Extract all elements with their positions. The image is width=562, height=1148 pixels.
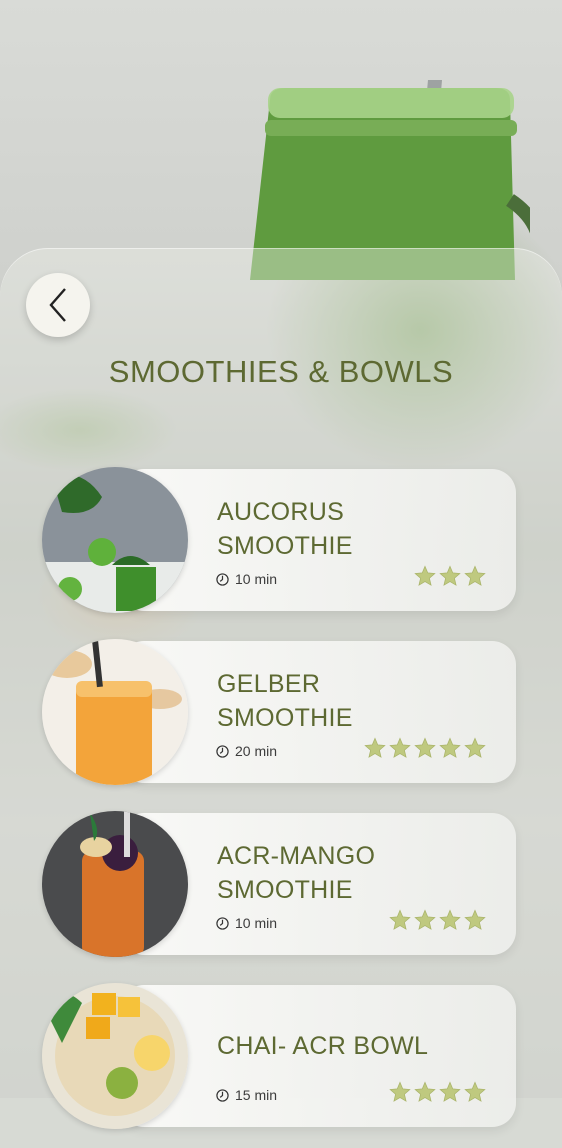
rating-stars: [414, 565, 486, 587]
star-icon: [439, 737, 461, 758]
recipe-image: [42, 639, 188, 785]
star-icon: [389, 909, 411, 930]
clock-icon: [216, 916, 229, 930]
recipe-card-chai-acr-bowl[interactable]: CHAI- ACR BOWL 15 min: [42, 983, 516, 1129]
recipe-image: [42, 467, 188, 613]
star-icon: [414, 565, 436, 586]
chevron-left-icon: [49, 288, 66, 322]
star-icon: [414, 737, 436, 758]
recipe-image: [42, 811, 188, 957]
recipe-title: AUCORUS SMOOTHIE: [217, 498, 353, 560]
clock-icon: [216, 1088, 229, 1102]
rating-stars: [389, 909, 486, 931]
prep-time: 20 min: [216, 743, 277, 759]
recipe-image: [42, 983, 188, 1129]
prep-time: 15 min: [216, 1087, 277, 1103]
star-icon: [389, 1081, 411, 1102]
recipe-title: CHAI- ACR BOWL: [217, 1032, 429, 1060]
prep-time: 10 min: [216, 915, 277, 931]
recipe-card-gelber[interactable]: GELBER SMOOTHIE 20 min: [42, 639, 516, 785]
star-icon: [464, 565, 486, 586]
recipe-card-acr-mango[interactable]: ACR-MANGO SMOOTHIE 10 min: [42, 811, 516, 957]
rating-stars: [364, 737, 486, 759]
star-icon: [414, 1081, 436, 1102]
star-icon: [364, 737, 386, 758]
star-icon: [439, 909, 461, 930]
star-icon: [439, 565, 461, 586]
star-icon: [464, 909, 486, 930]
star-icon: [414, 909, 436, 930]
page-title: SMOOTHIES & BOWLS: [108, 354, 454, 389]
rating-stars: [389, 1081, 486, 1103]
star-icon: [464, 737, 486, 758]
star-icon: [464, 1081, 486, 1102]
back-button[interactable]: [26, 273, 90, 337]
recipe-title: GELBER SMOOTHIE: [217, 670, 353, 732]
recipe-card-aucorus[interactable]: AUCORUS SMOOTHIE 10 min: [42, 467, 516, 613]
recipe-title: ACR-MANGO SMOOTHIE: [217, 842, 376, 904]
prep-time: 10 min: [216, 571, 277, 587]
star-icon: [439, 1081, 461, 1102]
star-icon: [389, 737, 411, 758]
clock-icon: [216, 572, 229, 586]
clock-icon: [216, 744, 229, 758]
